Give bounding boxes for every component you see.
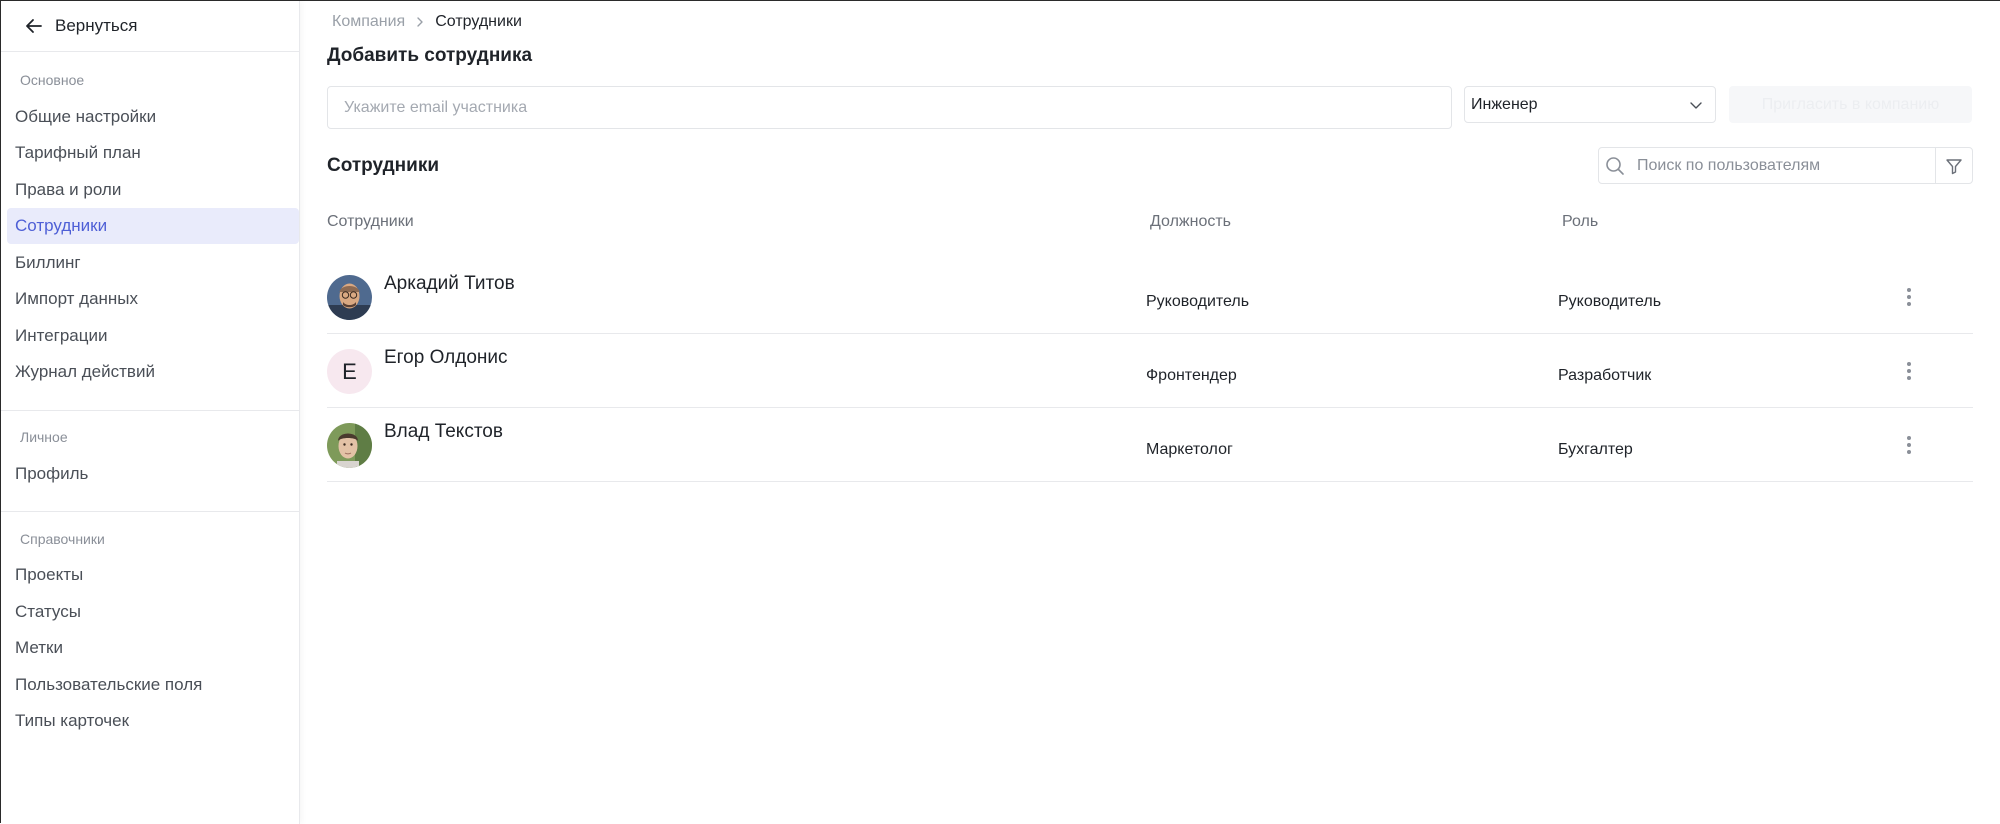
- sidebar-item-custom-fields[interactable]: Пользовательские поля: [7, 667, 299, 703]
- avatar: [327, 275, 372, 320]
- sidebar-item-profile[interactable]: Профиль: [7, 456, 299, 492]
- row-menu-button[interactable]: [1897, 433, 1921, 457]
- back-label: Вернуться: [55, 16, 138, 35]
- employee-name: Влад Текстов: [384, 421, 503, 442]
- filter-button[interactable]: [1935, 147, 1973, 184]
- filter-icon: [1946, 158, 1962, 174]
- divider: [1, 51, 299, 52]
- breadcrumb-company[interactable]: Компания: [332, 13, 405, 31]
- role-select[interactable]: Инженер: [1464, 86, 1716, 123]
- main-content: Компания Сотрудники Добавить сотрудника …: [300, 1, 2000, 823]
- role-select-value: Инженер: [1471, 95, 1538, 113]
- table-row[interactable]: Влад Текстов Маркетолог Бухгалтер: [327, 407, 1973, 482]
- arrow-left-icon: [26, 19, 42, 33]
- column-header-position: Должность: [1150, 213, 1231, 230]
- divider: [1, 511, 299, 512]
- sidebar-item-tariff-plan[interactable]: Тарифный план: [7, 135, 299, 171]
- sidebar-item-data-import[interactable]: Импорт данных: [7, 281, 299, 317]
- divider: [1, 410, 299, 411]
- employee-name: Егор Олдонис: [384, 347, 508, 368]
- sidebar-item-projects[interactable]: Проекты: [7, 557, 299, 593]
- search-input[interactable]: [1635, 155, 1919, 176]
- row-menu-button[interactable]: [1897, 359, 1921, 383]
- employee-position: Фронтендер: [1146, 367, 1237, 384]
- section-label-personal: Личное: [20, 429, 68, 445]
- section-label-references: Справочники: [20, 531, 105, 547]
- sidebar-item-card-types[interactable]: Типы карточек: [7, 703, 299, 739]
- table-row[interactable]: Е Егор Олдонис Фронтендер Разработчик: [327, 333, 1973, 408]
- invite-button[interactable]: Пригласить в компанию: [1729, 86, 1972, 123]
- sidebar-item-general-settings[interactable]: Общие настройки: [7, 99, 299, 135]
- employee-role: Бухгалтер: [1558, 441, 1633, 458]
- kebab-icon: [1907, 288, 1911, 306]
- column-header-employees: Сотрудники: [327, 213, 414, 230]
- user-search[interactable]: [1598, 147, 1936, 184]
- sidebar-item-tags[interactable]: Метки: [7, 630, 299, 666]
- add-employee-title: Добавить сотрудника: [327, 45, 533, 66]
- avatar-photo: [327, 275, 372, 320]
- breadcrumb-current: Сотрудники: [435, 13, 522, 30]
- avatar: [327, 423, 372, 468]
- employee-role: Руководитель: [1558, 293, 1662, 310]
- table-row[interactable]: Аркадий Титов Руководитель Руководитель: [327, 259, 1973, 334]
- avatar: Е: [327, 349, 372, 394]
- sidebar: Вернуться Основное Общие настройки Тариф…: [1, 1, 300, 824]
- avatar-photo: [327, 423, 372, 468]
- search-icon: [1606, 156, 1624, 175]
- sidebar-item-billing[interactable]: Биллинг: [7, 245, 299, 281]
- employee-position: Маркетолог: [1146, 441, 1233, 458]
- sidebar-item-statuses[interactable]: Статусы: [7, 594, 299, 630]
- breadcrumb: Компания Сотрудники: [332, 13, 522, 31]
- sidebar-item-employees[interactable]: Сотрудники: [7, 208, 299, 244]
- sidebar-item-rights-roles[interactable]: Права и роли: [7, 172, 299, 208]
- kebab-icon: [1907, 436, 1911, 454]
- column-header-role: Роль: [1562, 213, 1599, 230]
- back-button[interactable]: Вернуться: [25, 13, 138, 39]
- kebab-icon: [1907, 362, 1911, 380]
- row-menu-button[interactable]: [1897, 285, 1921, 309]
- chevron-down-icon: [1690, 101, 1702, 109]
- sidebar-item-integrations[interactable]: Интеграции: [7, 318, 299, 354]
- email-input[interactable]: [327, 86, 1452, 129]
- employees-title: Сотрудники: [327, 155, 440, 176]
- sidebar-item-activity-log[interactable]: Журнал действий: [7, 354, 299, 390]
- employee-position: Руководитель: [1146, 293, 1250, 310]
- employee-role: Разработчик: [1558, 367, 1652, 384]
- employee-name: Аркадий Титов: [384, 273, 515, 294]
- chevron-right-icon: [417, 17, 423, 27]
- section-label-main: Основное: [20, 72, 85, 88]
